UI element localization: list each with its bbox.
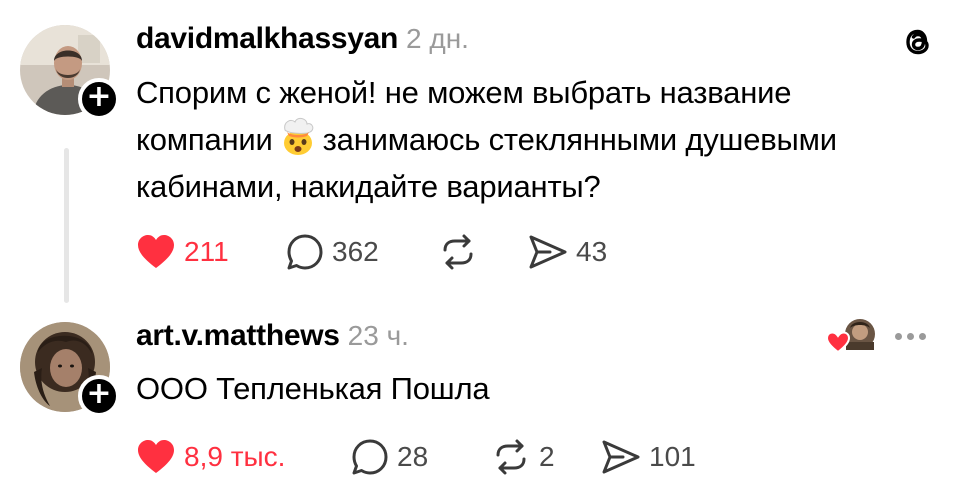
exploding-head-emoji (277, 116, 319, 156)
username[interactable]: art.v.matthews (136, 319, 340, 353)
liked-by-author-indicator (825, 316, 878, 356)
username[interactable]: davidmalkhassyan (136, 22, 398, 56)
follow-plus-button[interactable]: + (78, 375, 120, 417)
reply-count: 28 (397, 441, 429, 472)
share-button[interactable]: 101 (601, 437, 696, 477)
thread-connector-line (64, 148, 69, 303)
reply-bubble-icon (287, 234, 323, 270)
avatar[interactable]: + (20, 322, 120, 417)
reply-count: 362 (332, 236, 379, 267)
reply-button[interactable]: 362 (286, 232, 438, 272)
post-text: ООО Тепленькая Пошла (136, 365, 916, 412)
reply-button[interactable]: 28 (351, 437, 491, 477)
like-count: 8,9 тыс. (184, 441, 286, 472)
post-text: Спорим с женой! не можем выбрать названи… (136, 69, 916, 210)
more-options-icon[interactable] (895, 324, 935, 348)
repost-icon (443, 234, 473, 270)
send-icon (602, 440, 640, 474)
post-text-part: ООО Тепленькая Пошла (136, 371, 490, 406)
repost-button[interactable]: 2 (491, 437, 601, 477)
post-actions: 211 362 43 (136, 232, 607, 272)
repost-count: 2 (539, 441, 555, 472)
repost-button[interactable] (438, 232, 528, 272)
heart-filled-icon (138, 440, 174, 473)
avatar[interactable]: + (20, 25, 120, 120)
post-time: 2 дн. (406, 23, 469, 54)
share-count: 43 (576, 236, 608, 267)
like-button[interactable]: 211 (136, 232, 286, 272)
like-button[interactable]: 8,9 тыс. (136, 437, 351, 477)
share-button[interactable]: 43 (528, 232, 607, 272)
reply-bubble-icon (352, 439, 388, 475)
heart-filled-icon (138, 235, 174, 268)
send-icon (529, 235, 567, 269)
share-count: 101 (649, 441, 696, 472)
like-count: 211 (184, 236, 229, 267)
post-actions: 8,9 тыс. 28 2 101 (136, 437, 696, 477)
follow-plus-button[interactable]: + (78, 78, 120, 120)
post-time: 23 ч. (347, 320, 409, 351)
post-header: art.v.matthews 23 ч. (136, 319, 409, 355)
post-header: davidmalkhassyan 2 дн. (136, 22, 469, 58)
repost-icon (496, 439, 526, 475)
